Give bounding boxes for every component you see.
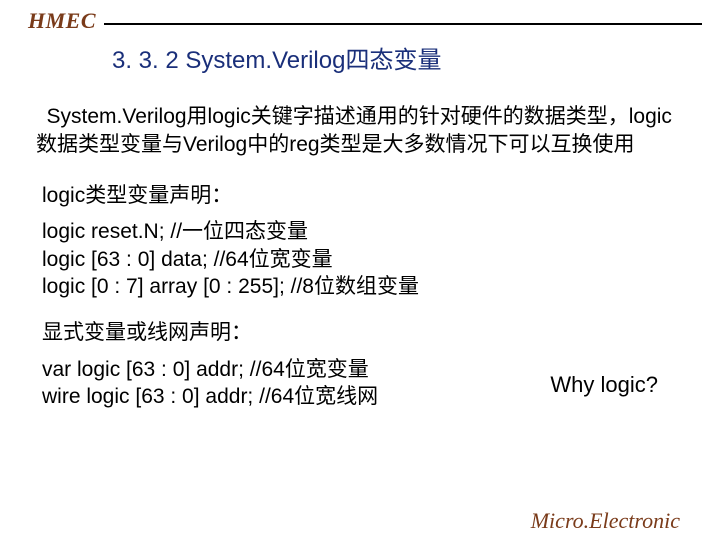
logic-decl-heading: logic类型变量声明： xyxy=(42,182,684,210)
slide-body: System.Verilog用logic关键字描述通用的针对硬件的数据类型，lo… xyxy=(0,75,720,411)
code-line: var logic [63 : 0] addr; //64位宽变量 xyxy=(42,356,378,384)
explicit-decl-heading: 显式变量或线网声明： xyxy=(42,319,684,347)
why-logic-callout: Why logic? xyxy=(550,370,658,400)
header-divider xyxy=(104,23,702,25)
code-line: logic [63 : 0] data; //64位宽变量 xyxy=(42,246,684,274)
slide-title: 3. 3. 2 System.Verilog四态变量 xyxy=(112,40,720,75)
footer-brand: Micro.Electronic xyxy=(531,508,680,534)
logo-text: HMEC xyxy=(28,8,96,34)
explicit-decl-code: var logic [63 : 0] addr; //64位宽变量 wire l… xyxy=(42,356,378,411)
code-line: logic reset.N; //一位四态变量 xyxy=(42,218,684,246)
intro-text: System.Verilog用logic关键字描述通用的针对硬件的数据类型，lo… xyxy=(36,105,672,156)
code-line: logic [0 : 7] array [0 : 255]; //8位数组变量 xyxy=(42,273,684,301)
header: HMEC xyxy=(0,0,720,34)
logic-decl-code: logic reset.N; //一位四态变量 logic [63 : 0] d… xyxy=(42,218,684,301)
explicit-row: var logic [63 : 0] addr; //64位宽变量 wire l… xyxy=(42,356,684,411)
code-line: wire logic [63 : 0] addr; //64位宽线网 xyxy=(42,383,378,411)
intro-paragraph: System.Verilog用logic关键字描述通用的针对硬件的数据类型，lo… xyxy=(36,103,684,160)
